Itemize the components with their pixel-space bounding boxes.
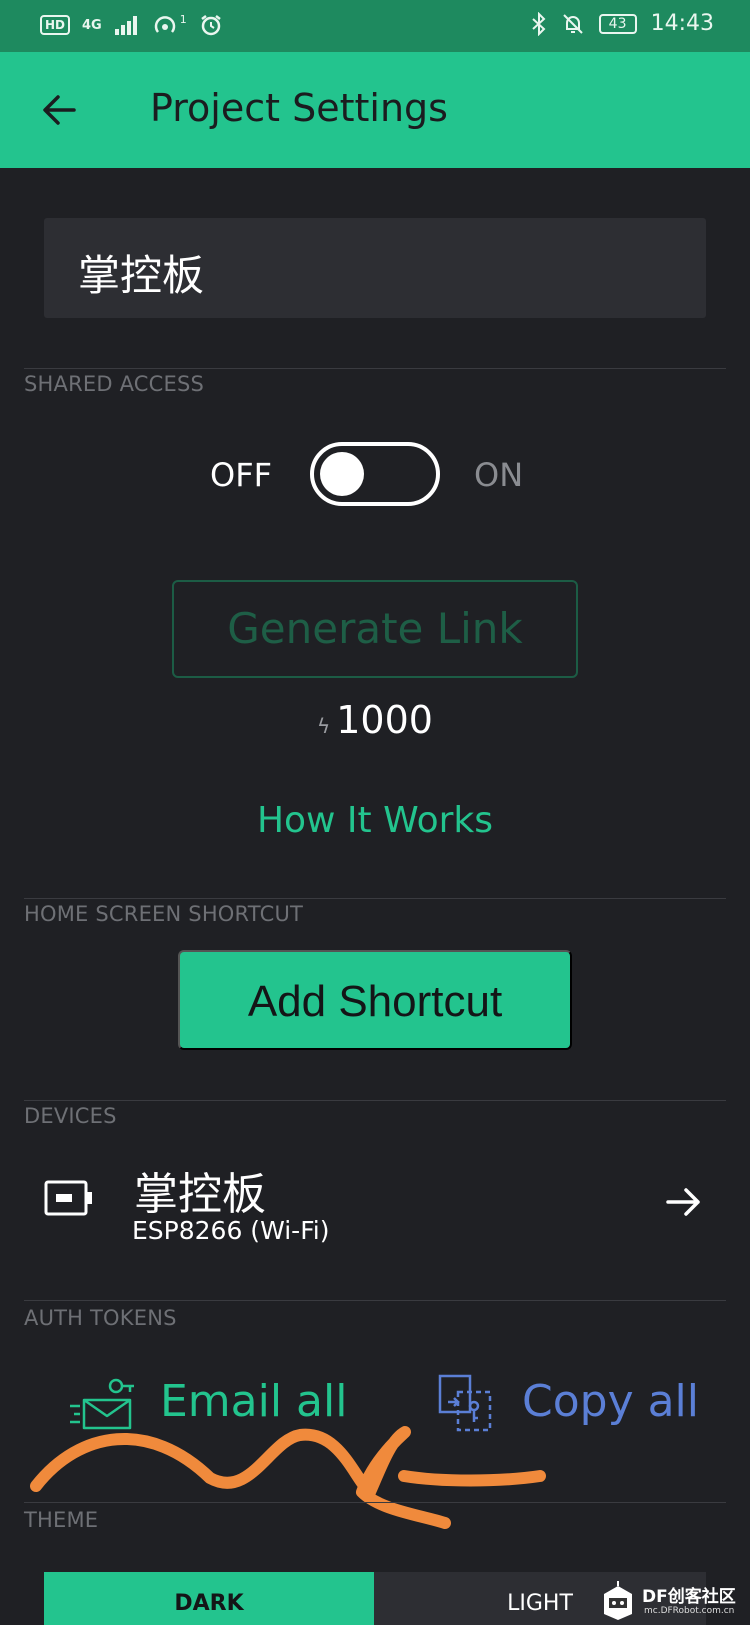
divider xyxy=(24,368,726,369)
watermark: DF创客社区 mc.DFRobot.com.cn xyxy=(598,1578,748,1625)
theme-option-dark[interactable]: DARK xyxy=(44,1572,374,1625)
watermark-brand: DF创客社区 xyxy=(642,1587,736,1607)
divider xyxy=(24,1300,726,1301)
section-label-theme: THEME xyxy=(24,1508,99,1532)
section-label-home-shortcut: HOME SCREEN SHORTCUT xyxy=(24,902,304,926)
bell-muted-icon xyxy=(562,13,583,34)
page-title: Project Settings xyxy=(150,86,448,130)
divider xyxy=(24,1100,726,1101)
generate-link-button[interactable]: Generate Link xyxy=(172,580,578,678)
status-left: HD 4G 1 xyxy=(40,13,223,37)
device-board-icon xyxy=(44,1180,92,1216)
hotspot-count: 1 xyxy=(179,12,187,26)
add-shortcut-button[interactable]: Add Shortcut xyxy=(178,950,572,1050)
device-name: 掌控板 xyxy=(134,1169,266,1220)
how-it-works-link[interactable]: How It Works xyxy=(0,800,750,841)
arrow-right-icon[interactable] xyxy=(662,1180,706,1224)
divider xyxy=(24,1502,726,1503)
device-type: ESP8266 (Wi-Fi) xyxy=(132,1216,330,1245)
device-list-item[interactable]: 掌控板 ESP8266 (Wi-Fi) xyxy=(0,1140,750,1260)
hd-badge: HD xyxy=(40,15,71,35)
robot-logo-icon xyxy=(604,1581,632,1620)
project-name-value[interactable]: 掌控板 xyxy=(78,242,204,303)
project-name-field[interactable]: 掌控板 xyxy=(44,218,706,318)
alarm-icon xyxy=(200,15,221,36)
bluetooth-icon xyxy=(531,11,546,36)
status-time: 14:43 xyxy=(650,11,714,36)
toggle-knob xyxy=(320,452,364,496)
battery-icon: 43 xyxy=(598,13,637,34)
status-bar: HD 4G 1 43 14:43 xyxy=(0,0,750,52)
email-all-label: Email all xyxy=(160,1376,348,1427)
toggle-on-label: ON xyxy=(474,456,524,494)
back-arrow-icon[interactable] xyxy=(34,82,90,138)
network-type: 4G xyxy=(82,17,102,33)
section-label-shared-access: SHARED ACCESS xyxy=(24,372,205,396)
section-label-auth-tokens: AUTH TOKENS xyxy=(24,1306,177,1330)
watermark-url: mc.DFRobot.com.cn xyxy=(644,1606,735,1616)
energy-cost: ϟ 1000 xyxy=(0,698,750,742)
toggle-off-label: OFF xyxy=(210,456,272,494)
app-bar: Project Settings xyxy=(0,52,750,168)
copy-key-icon xyxy=(438,1374,492,1432)
divider xyxy=(24,898,726,899)
shared-access-toggle-row: OFF ON xyxy=(0,440,750,510)
shared-access-toggle[interactable] xyxy=(310,442,440,506)
energy-bolt-icon: ϟ xyxy=(317,714,331,738)
copy-all-label: Copy all xyxy=(522,1376,700,1427)
hotspot-icon xyxy=(154,16,175,33)
section-label-devices: DEVICES xyxy=(24,1104,117,1128)
signal-icon xyxy=(114,16,137,35)
energy-cost-value: 1000 xyxy=(336,698,433,742)
status-right: 43 14:43 xyxy=(531,11,714,36)
email-key-icon xyxy=(70,1378,134,1430)
